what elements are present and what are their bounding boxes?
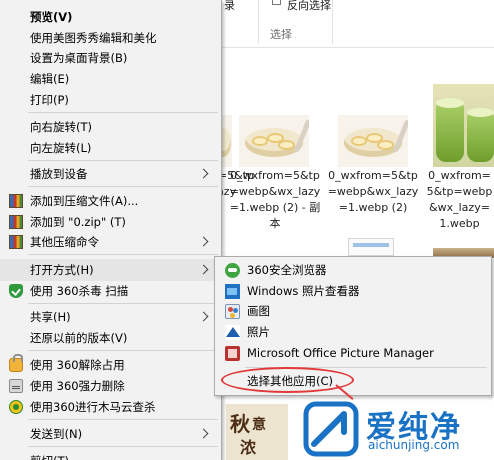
menu-item-rotate-right[interactable]: 向右旋转(T): [0, 117, 221, 137]
menu-item-cut[interactable]: 剪切(T): [0, 451, 221, 460]
winrar-icon: [9, 215, 23, 229]
chevron-right-icon: [198, 236, 209, 247]
file-label[interactable]: 0_wxfrom=5&tp=webp&wx_lazy=1.webp: [425, 168, 494, 232]
submenu-item-windows-photo-viewer[interactable]: Windows 照片查看器: [215, 281, 491, 302]
menu-item-meitu-edit[interactable]: 使用美图秀秀编辑和美化: [0, 28, 221, 48]
menu-item-preview[interactable]: 预览(V): [0, 7, 221, 27]
menu-separator: [28, 419, 218, 420]
menu-separator: [28, 186, 218, 187]
invert-selection-icon[interactable]: [272, 0, 281, 5]
menu-separator: [28, 160, 218, 161]
unlock-icon: [9, 354, 23, 372]
menu-item-send-to[interactable]: 发送到(N): [0, 424, 221, 444]
menu-item-add-to-zip[interactable]: 添加到 "0.zip" (T): [0, 212, 221, 232]
menu-separator: [28, 303, 218, 304]
chevron-right-icon: [198, 311, 209, 322]
menu-separator: [28, 254, 218, 255]
menu-item-rotate-left[interactable]: 向左旋转(L): [0, 138, 221, 158]
file-thumbnail[interactable]: [239, 115, 309, 167]
office-picture-manager-icon: [225, 346, 240, 361]
chevron-right-icon: [198, 428, 209, 439]
winrar-icon: [9, 194, 23, 208]
ribbon-divider: [258, 0, 259, 44]
shredder-icon: [9, 379, 23, 393]
file-label[interactable]: 0_wxfrom=5&tp=webp&wx_lazy=1.webp (2): [324, 168, 422, 216]
file-label[interactable]: 0_wxfrom=5&tp=webp&wx_lazy=1.webp (2) - …: [226, 168, 324, 232]
menu-item-set-wallpaper[interactable]: 设置为桌面背景(B): [0, 48, 221, 68]
menu-separator: [28, 112, 218, 113]
invert-selection-button[interactable]: 反向选择: [287, 0, 331, 13]
trojan-scan-icon: [9, 400, 23, 414]
menu-item-360-force-delete[interactable]: 使用 360强力删除: [0, 376, 221, 396]
360-antivirus-icon: [9, 284, 23, 298]
menu-item-open-with[interactable]: 打开方式(H): [0, 259, 221, 281]
menu-separator: [28, 350, 218, 351]
360-browser-icon: [225, 263, 240, 278]
ribbon-group-select-label: 选择: [270, 28, 292, 41]
menu-separator: [28, 446, 218, 447]
context-menu: 预览(V) 使用美图秀秀编辑和美化 设置为桌面背景(B) 编辑(E) 打印(P)…: [0, 0, 222, 460]
menu-item-360-unlock[interactable]: 使用 360解除占用: [0, 354, 221, 375]
menu-item-share[interactable]: 共享(H): [0, 307, 221, 327]
menu-item-360-scan[interactable]: 使用 360杀毒 扫描: [0, 281, 221, 301]
chevron-right-icon: [198, 168, 209, 179]
menu-item-other-compress[interactable]: 其他压缩命令: [0, 232, 221, 252]
watermark-logo-icon: [303, 401, 359, 457]
file-thumbnail[interactable]: 秋 意 浓: [226, 404, 288, 460]
ribbon-divider: [332, 0, 333, 44]
photos-icon: [225, 325, 240, 340]
ribbon-fragment-left[interactable]: 录: [224, 0, 235, 13]
menu-item-edit[interactable]: 编辑(E): [0, 69, 221, 89]
submenu-item-office-picture-manager[interactable]: Microsoft Office Picture Manager: [215, 343, 491, 364]
file-thumbnail[interactable]: [348, 238, 394, 256]
winrar-icon: [9, 235, 23, 249]
chevron-right-icon: [198, 264, 209, 275]
menu-item-cast-to-device[interactable]: 播放到设备: [0, 164, 221, 184]
windows-photo-viewer-icon: [225, 284, 240, 299]
submenu-item-photos[interactable]: 照片: [215, 322, 491, 343]
menu-item-360-trojan-scan[interactable]: 使用360进行木马云查杀: [0, 397, 221, 417]
file-thumbnail[interactable]: [433, 84, 494, 167]
paint-icon: [225, 304, 240, 319]
menu-item-print[interactable]: 打印(P): [0, 90, 221, 110]
file-thumbnail[interactable]: [338, 115, 408, 167]
submenu-item-paint[interactable]: 画图: [215, 301, 491, 322]
menu-item-add-to-archive[interactable]: 添加到压缩文件(A)...: [0, 191, 221, 211]
menu-item-restore-previous[interactable]: 还原以前的版本(V): [0, 328, 221, 348]
submenu-item-360-browser[interactable]: 360安全浏览器: [215, 260, 491, 281]
watermark-url: aichunjing.com: [368, 438, 460, 452]
annotation-ellipse: [221, 367, 354, 393]
